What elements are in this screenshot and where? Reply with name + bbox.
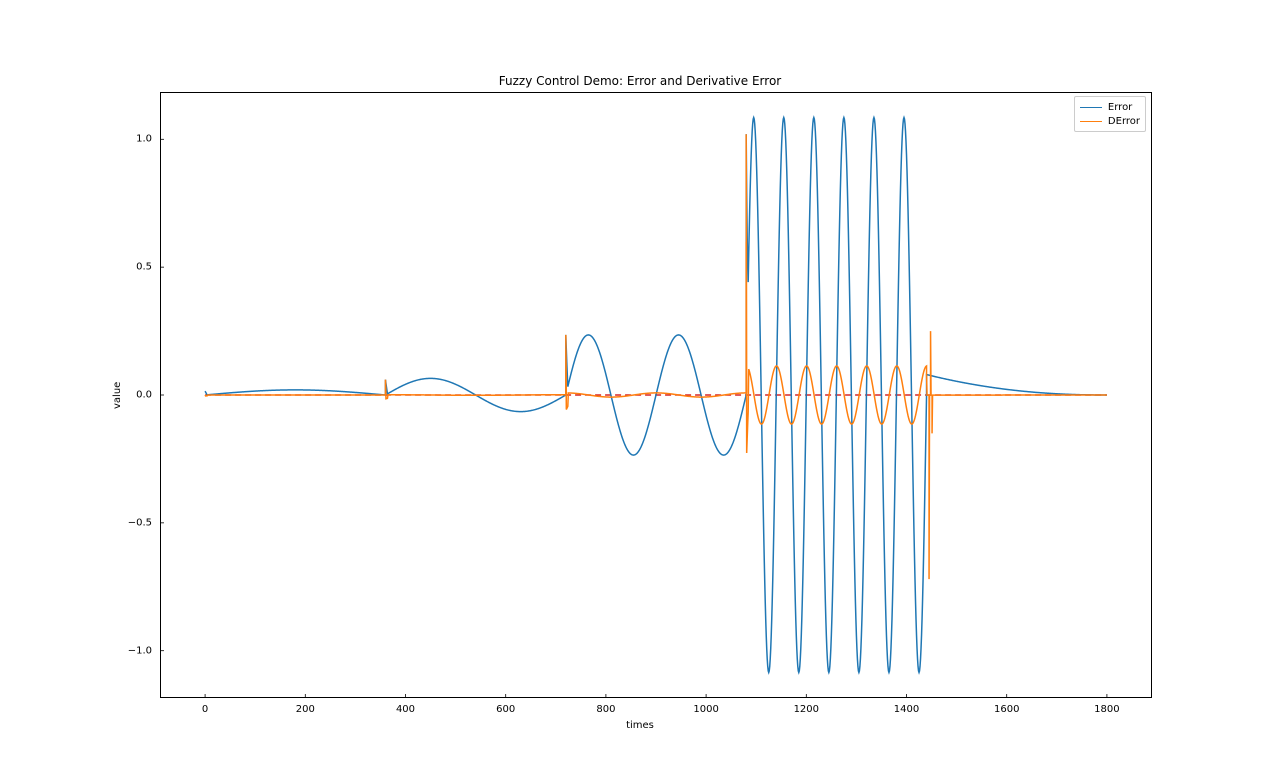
x-tick-label: 1600 — [994, 704, 1019, 715]
derror-series-line — [205, 134, 1107, 579]
legend-entry-derror: DError — [1080, 114, 1140, 128]
y-axis-label: value — [112, 382, 123, 409]
x-tick-label: 1800 — [1094, 704, 1119, 715]
y-tick-label: 1.0 — [136, 134, 152, 145]
plot-area — [160, 92, 1152, 698]
x-axis-label: times — [0, 720, 1280, 731]
x-tick-label: 800 — [596, 704, 615, 715]
y-tick-label: −0.5 — [128, 517, 152, 528]
x-tick-label: 200 — [296, 704, 315, 715]
y-tick-label: −1.0 — [128, 645, 152, 656]
y-tick-label: 0.5 — [136, 262, 152, 273]
x-tick-label: 1000 — [693, 704, 718, 715]
chart-title: Fuzzy Control Demo: Error and Derivative… — [0, 74, 1280, 88]
legend: Error DError — [1074, 96, 1146, 132]
legend-swatch-derror — [1080, 121, 1102, 122]
legend-entry-error: Error — [1080, 100, 1140, 114]
y-tick-label: 0.0 — [136, 390, 152, 401]
x-tick-label: 600 — [496, 704, 515, 715]
x-tick-label: 1400 — [894, 704, 919, 715]
legend-label-error: Error — [1108, 102, 1132, 113]
legend-label-derror: DError — [1108, 116, 1140, 127]
x-tick-label: 400 — [396, 704, 415, 715]
tick-marks — [160, 139, 1107, 698]
legend-swatch-error — [1080, 107, 1102, 108]
figure: Fuzzy Control Demo: Error and Derivative… — [0, 0, 1280, 768]
x-tick-label: 1200 — [794, 704, 819, 715]
x-tick-label: 0 — [202, 704, 208, 715]
